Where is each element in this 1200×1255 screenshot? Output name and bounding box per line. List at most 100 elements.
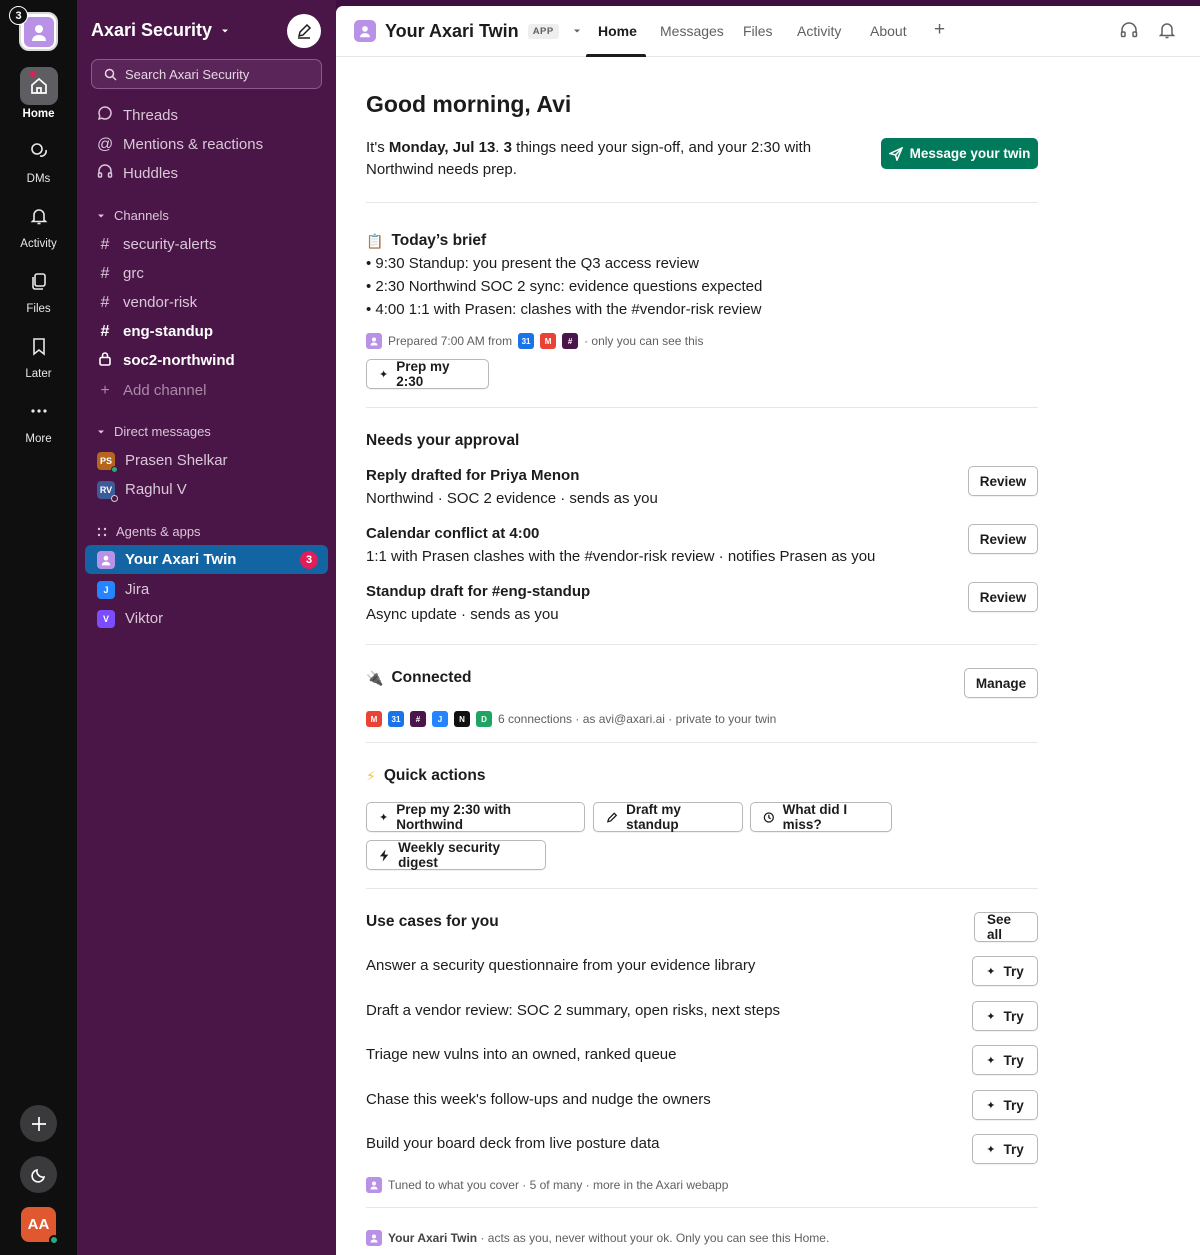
connected-title: 🔌 Connected xyxy=(366,669,472,686)
use-case-text: Triage new vulns into an owned, ranked q… xyxy=(366,1046,677,1063)
user-avatar[interactable]: AA xyxy=(21,1207,59,1245)
quick-actions-title: ⚡ Quick actions xyxy=(366,767,486,784)
try-button[interactable]: ✦ Try xyxy=(972,1045,1038,1075)
compose-button[interactable] xyxy=(287,14,321,48)
use-case-text: Build your board deck from live posture … xyxy=(366,1135,660,1152)
message-twin-label: Message your twin xyxy=(909,146,1031,161)
rail-files[interactable]: Files xyxy=(0,262,77,315)
agents-header[interactable]: Agents & apps xyxy=(97,524,201,539)
add-tab-button[interactable]: + xyxy=(934,19,945,41)
agent-name: Viktor xyxy=(125,610,164,627)
avatar: PS xyxy=(97,451,118,473)
rail-dms[interactable]: DMs xyxy=(0,132,77,185)
rail-activity[interactable]: Activity xyxy=(0,197,77,250)
notion-icon: N xyxy=(454,711,470,727)
brief-title: 📋 Today’s brief xyxy=(366,232,487,249)
rail-home-label: Home xyxy=(22,108,55,120)
add-channel-button[interactable]: + Add channel xyxy=(85,377,328,404)
message-twin-button[interactable]: Message your twin xyxy=(881,138,1038,169)
manage-button[interactable]: Manage xyxy=(964,668,1038,698)
review-button[interactable]: Review xyxy=(968,582,1038,612)
caret-down-icon xyxy=(98,214,104,217)
tab-files[interactable]: Files xyxy=(743,23,773,39)
dms-header-label: Direct messages xyxy=(114,424,211,439)
gmail-icon: M xyxy=(366,711,382,727)
sidebar-dm-prasen[interactable]: PS Prasen Shelkar xyxy=(85,447,328,474)
dms-header[interactable]: Direct messages xyxy=(97,424,211,439)
divider xyxy=(366,742,1038,743)
prep-230-button[interactable]: ✦ Prep my 2:30 xyxy=(366,359,489,389)
approval-row-sub: Async update · sends as you xyxy=(366,606,559,623)
headphones-icon xyxy=(1120,22,1138,38)
review-button[interactable]: Review xyxy=(968,524,1038,554)
app-title: Your Axari Twin xyxy=(385,20,519,41)
online-status xyxy=(49,1235,59,1245)
bookmark-icon xyxy=(20,327,58,365)
jira-icon: J xyxy=(432,711,448,727)
sparkle-icon: ✦ xyxy=(986,965,996,978)
add-channel-label: Add channel xyxy=(123,382,207,399)
rail-home[interactable]: Home xyxy=(0,67,77,120)
sidebar-item-threads[interactable]: Threads xyxy=(85,102,328,129)
try-button[interactable]: ✦ Try xyxy=(972,1134,1038,1164)
sparkle-icon: ✦ xyxy=(379,811,389,824)
divider xyxy=(366,202,1038,203)
rail-dms-label: DMs xyxy=(26,173,51,185)
workspace-menu[interactable]: Axari Security xyxy=(91,20,230,41)
sidebar-agent-jira[interactable]: J Jira xyxy=(85,576,328,603)
see-all-button[interactable]: See all xyxy=(974,912,1038,942)
sidebar-channel-soc2-northwind[interactable]: soc2-northwind xyxy=(85,347,328,374)
approval-row-sub: Northwind · SOC 2 evidence · sends as yo… xyxy=(366,490,658,507)
quick-action-prep-northwind[interactable]: ✦ Prep my 2:30 with Northwind xyxy=(366,802,585,832)
channel-name: vendor-risk xyxy=(123,294,198,311)
dm-name: Raghul V xyxy=(125,481,187,498)
channels-header[interactable]: Channels xyxy=(97,208,169,223)
sidebar-channel-eng-standup[interactable]: # eng-standup xyxy=(85,318,328,345)
approval-row-title: Standup draft for #eng-standup xyxy=(366,583,591,600)
hash-icon: # xyxy=(100,322,110,340)
try-button[interactable]: ✦ Try xyxy=(972,1001,1038,1031)
approval-title: Needs your approval xyxy=(366,432,520,449)
sidebar-channel-vendor-risk[interactable]: # vendor-risk xyxy=(85,289,328,316)
tab-messages[interactable]: Messages xyxy=(660,23,724,39)
main-pane: Your Axari Twin APP Home Messages Files … xyxy=(336,6,1200,1255)
try-button[interactable]: ✦ Try xyxy=(972,956,1038,986)
sidebar-channel-security-alerts[interactable]: # security-alerts xyxy=(85,231,328,258)
tab-home[interactable]: Home xyxy=(598,23,637,39)
sidebar-dm-raghul[interactable]: RV Raghul V xyxy=(85,476,328,503)
intro-text: It's Monday, Jul 13. 3 things need your … xyxy=(366,139,812,178)
quick-action-weekly-digest[interactable]: Weekly security digest xyxy=(366,840,546,870)
search-input[interactable]: Search Axari Security xyxy=(91,59,322,89)
huddle-button[interactable] xyxy=(1120,21,1138,44)
try-button[interactable]: ✦ Try xyxy=(972,1090,1038,1120)
sidebar-agent-axari-twin[interactable]: Your Axari Twin 3 xyxy=(85,545,328,574)
rail-later[interactable]: Later xyxy=(0,327,77,380)
sidebar-item-mentions[interactable]: @ Mentions & reactions xyxy=(85,131,328,158)
tab-about[interactable]: About xyxy=(870,23,907,39)
channel-name: security-alerts xyxy=(123,236,217,253)
gmail-icon: M xyxy=(540,333,557,349)
sidebar-agent-viktor[interactable]: V Viktor xyxy=(85,605,328,632)
rail-more-label: More xyxy=(25,433,52,445)
agent-name: Jira xyxy=(125,581,150,598)
sidebar-item-label: Threads xyxy=(123,107,179,124)
bolt-icon xyxy=(379,848,389,862)
agent-name: Your Axari Twin xyxy=(125,551,237,568)
sidebar-channel-grc[interactable]: # grc xyxy=(85,260,328,287)
rail-more[interactable]: More xyxy=(0,392,77,445)
quick-action-draft-standup[interactable]: Draft my standup xyxy=(593,802,743,832)
sidebar-item-huddles[interactable]: Huddles xyxy=(85,160,328,187)
quick-action-what-missed[interactable]: What did I miss? xyxy=(750,802,892,832)
search-placeholder: Search Axari Security xyxy=(125,66,250,82)
theme-toggle-button[interactable] xyxy=(20,1156,57,1193)
notifications-button[interactable] xyxy=(1158,21,1176,44)
twin-avatar-icon xyxy=(366,333,382,349)
add-workspace-button[interactable] xyxy=(20,1105,57,1142)
app-title-button[interactable]: Your Axari Twin APP xyxy=(354,20,582,42)
plus-icon: + xyxy=(100,381,110,399)
review-button[interactable]: Review xyxy=(968,466,1038,496)
unread-count-badge: 3 xyxy=(300,550,318,569)
lightning-icon: ⚡ xyxy=(366,767,376,784)
caret-down-icon xyxy=(573,29,580,33)
tab-activity[interactable]: Activity xyxy=(797,23,841,39)
